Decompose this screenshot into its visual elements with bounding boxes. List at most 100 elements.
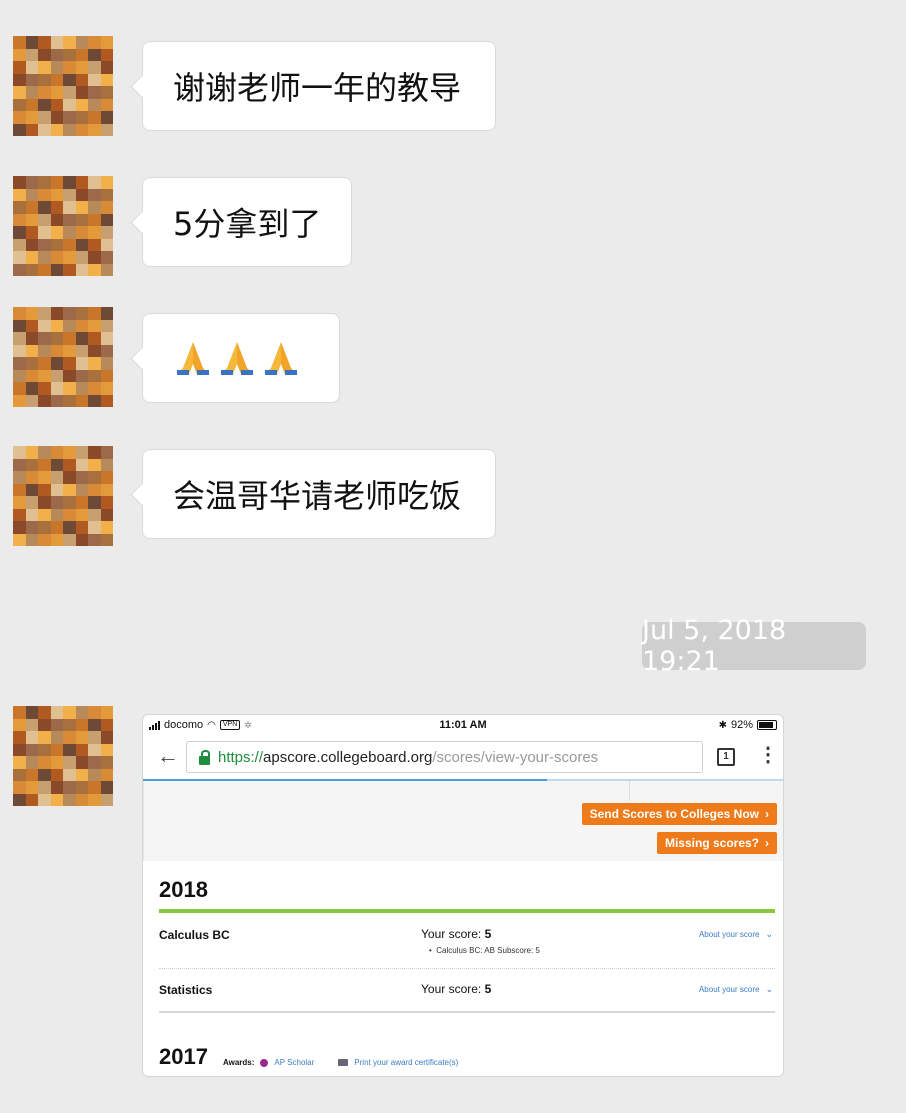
avatar-pixel: [13, 743, 26, 756]
avatar-pixel: [100, 483, 113, 496]
avatar-pixel: [38, 98, 51, 111]
avatar-pixel: [75, 61, 88, 74]
avatar-pixel: [25, 213, 38, 226]
avatar-pixel: [88, 793, 101, 806]
avatar-pixel: [50, 743, 63, 756]
avatar-pixel: [75, 446, 88, 459]
more-menu-icon[interactable]: ⋮: [758, 743, 778, 767]
avatar-pixel: [38, 307, 51, 320]
message-bubble[interactable]: 会温哥华请老师吃饭: [142, 449, 496, 539]
missing-scores-button[interactable]: Missing scores? ›: [656, 832, 777, 854]
avatar-pixel: [88, 458, 101, 471]
award-link[interactable]: AP Scholar: [274, 1058, 314, 1067]
avatar-pixel: [38, 36, 51, 49]
score-text: Your score: 5: [421, 982, 492, 996]
avatar-pixel: [13, 123, 26, 136]
avatar-pixel: [63, 743, 76, 756]
avatar-pixel: [50, 394, 63, 407]
avatar-pixel: [100, 496, 113, 509]
avatar-pixel: [50, 98, 63, 111]
avatar-pixel: [13, 357, 26, 370]
avatar-pixel: [75, 226, 88, 239]
chevron-down-icon: ⌄: [765, 984, 773, 994]
avatar-pixel: [38, 369, 51, 382]
avatar-pixel: [38, 201, 51, 214]
about-score-link[interactable]: About your score ⌄: [699, 929, 773, 940]
avatar-pixel: [75, 238, 88, 251]
sender-avatar[interactable]: [13, 176, 113, 276]
avatar-pixel: [38, 394, 51, 407]
avatar-pixel: [75, 369, 88, 382]
avatar-pixel: [75, 471, 88, 484]
avatar-pixel: [13, 201, 26, 214]
avatar-pixel: [38, 123, 51, 136]
chevron-right-icon: ›: [765, 836, 769, 850]
folded-hands-icon: [265, 342, 297, 375]
sender-avatar[interactable]: [13, 446, 113, 546]
avatar-pixel: [13, 176, 26, 189]
avatar-pixel: [75, 201, 88, 214]
avatar-pixel: [13, 394, 26, 407]
sender-avatar[interactable]: [13, 36, 113, 136]
avatar-pixel: [25, 731, 38, 744]
avatar-pixel: [50, 111, 63, 124]
avatar-pixel: [38, 344, 51, 357]
print-certificate-link[interactable]: Print your award certificate(s): [354, 1058, 458, 1067]
avatar-pixel: [100, 111, 113, 124]
avatar-pixel: [63, 111, 76, 124]
avatar-pixel: [88, 756, 101, 769]
message-text: 会温哥华请老师吃饭: [173, 477, 462, 515]
subject-name: Calculus BC: [159, 928, 230, 942]
avatar-pixel: [63, 521, 76, 534]
message-bubble[interactable]: [142, 313, 340, 403]
avatar-pixel: [100, 533, 113, 546]
image-message-screenshot[interactable]: docomo ◠ VPN ✲ 11:01 AM ✱ 92% ← https://…: [142, 714, 784, 1077]
avatar-pixel: [100, 98, 113, 111]
avatar-pixel: [63, 394, 76, 407]
avatar-pixel: [63, 263, 76, 276]
tab-switcher-button[interactable]: 1: [717, 748, 735, 766]
avatar-pixel: [13, 756, 26, 769]
address-bar[interactable]: https:// apscore.collegeboard.org /score…: [186, 741, 703, 773]
avatar-pixel: [13, 48, 26, 61]
avatar-pixel: [88, 123, 101, 136]
row-divider: [159, 968, 775, 969]
avatar-pixel: [63, 483, 76, 496]
status-bar: docomo ◠ VPN ✲ 11:01 AM ✱ 92%: [143, 715, 783, 735]
avatar-pixel: [100, 357, 113, 370]
message-text: 谢谢老师一年的教导: [173, 69, 462, 107]
avatar-pixel: [100, 307, 113, 320]
avatar-pixel: [50, 86, 63, 99]
avatar-pixel: [100, 768, 113, 781]
avatar-pixel: [50, 36, 63, 49]
avatar-pixel: [63, 344, 76, 357]
avatar-pixel: [88, 706, 101, 719]
avatar-pixel: [13, 238, 26, 251]
message-bubble[interactable]: 5分拿到了: [142, 177, 352, 267]
back-arrow-icon[interactable]: ←: [157, 744, 179, 768]
avatar-pixel: [63, 86, 76, 99]
avatar-pixel: [50, 226, 63, 239]
avatar-pixel: [88, 508, 101, 521]
sender-avatar[interactable]: [13, 307, 113, 407]
send-scores-button[interactable]: Send Scores to Colleges Now ›: [581, 803, 777, 825]
avatar-pixel: [88, 533, 101, 546]
avatar-pixel: [88, 731, 101, 744]
avatar-pixel: [25, 86, 38, 99]
message-bubble[interactable]: 谢谢老师一年的教导: [142, 41, 496, 131]
sender-avatar[interactable]: [13, 706, 113, 806]
avatar-pixel: [13, 111, 26, 124]
avatar-pixel: [25, 111, 38, 124]
avatar-pixel: [75, 176, 88, 189]
avatar-pixel: [88, 357, 101, 370]
avatar-pixel: [50, 369, 63, 382]
avatar-pixel: [100, 48, 113, 61]
avatar-pixel: [88, 226, 101, 239]
avatar-pixel: [13, 86, 26, 99]
about-score-link[interactable]: About your score ⌄: [699, 984, 773, 995]
avatar-pixel: [75, 263, 88, 276]
printer-icon: [338, 1059, 349, 1066]
avatar-pixel: [13, 344, 26, 357]
avatar-pixel: [75, 483, 88, 496]
avatar-pixel: [38, 263, 51, 276]
